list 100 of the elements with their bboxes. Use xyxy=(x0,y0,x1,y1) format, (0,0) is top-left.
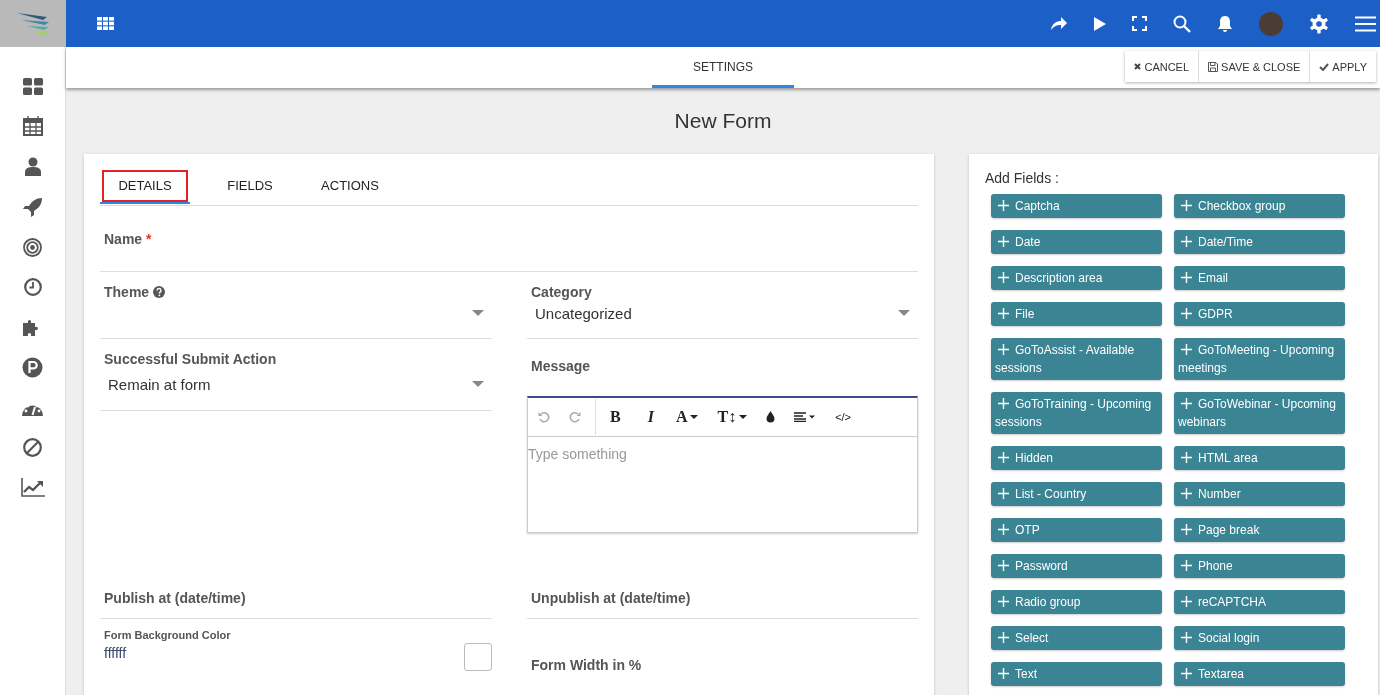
add-field-button[interactable]: Hidden xyxy=(991,446,1162,470)
plus-icon xyxy=(1181,596,1192,607)
add-field-button[interactable]: HTML area xyxy=(1174,446,1345,470)
action-button[interactable]: CANCEL xyxy=(1125,51,1199,82)
checkmark-icon xyxy=(1319,62,1330,71)
plus-icon xyxy=(998,668,1009,679)
action-button[interactable]: SAVE & CLOSE xyxy=(1198,51,1310,82)
form-tab[interactable]: DETAILS xyxy=(100,168,190,204)
plus-icon xyxy=(998,452,1009,463)
plus-icon xyxy=(998,236,1009,247)
add-field-button[interactable]: Date/Time xyxy=(1174,230,1345,254)
bold-button[interactable]: B xyxy=(610,404,621,430)
add-field-button[interactable]: Email xyxy=(1174,266,1345,290)
add-field-button[interactable]: Select xyxy=(991,626,1162,650)
bell-icon[interactable] xyxy=(1217,14,1233,33)
add-field-button[interactable]: OTP xyxy=(991,518,1162,542)
plus-icon xyxy=(1181,668,1192,679)
person-icon[interactable] xyxy=(24,157,41,176)
color-value: ffffff xyxy=(104,645,127,661)
page-title: New Form xyxy=(673,108,773,134)
plus-icon xyxy=(998,632,1009,643)
share-arrow-icon[interactable] xyxy=(1050,16,1068,31)
clock-icon[interactable] xyxy=(23,278,42,296)
help-icon[interactable] xyxy=(153,286,166,298)
parking-icon[interactable] xyxy=(22,357,43,378)
submit-action-select[interactable]: Remain at form xyxy=(100,371,492,397)
plus-icon xyxy=(998,560,1009,571)
plus-icon xyxy=(1181,308,1192,319)
add-field-button[interactable]: Page break xyxy=(1174,518,1345,542)
add-field-button[interactable]: File xyxy=(991,302,1162,326)
add-field-button[interactable]: GDPR xyxy=(1174,302,1345,326)
plus-icon xyxy=(1181,488,1192,499)
color-swatch[interactable] xyxy=(464,643,492,671)
plus-icon xyxy=(1181,452,1192,463)
field-label: Name * xyxy=(103,230,152,247)
plus-icon xyxy=(998,488,1009,499)
add-field-button[interactable]: Password xyxy=(991,554,1162,578)
play-icon[interactable] xyxy=(1094,16,1106,31)
field-label: Publish at (date/time) xyxy=(103,590,246,606)
action-button[interactable]: APPLY xyxy=(1309,51,1376,82)
add-field-button[interactable]: Captcha xyxy=(991,194,1162,218)
add-field-button[interactable]: GoToTraining - Upcoming sessions xyxy=(991,392,1162,434)
field-label: Category xyxy=(530,284,593,300)
add-field-button[interactable]: GoToWebinar - Upcoming webinars xyxy=(1174,392,1345,434)
add-field-button[interactable]: Phone xyxy=(1174,554,1345,578)
add-field-button[interactable]: List - Country xyxy=(991,482,1162,506)
plus-icon xyxy=(998,524,1009,535)
plus-icon xyxy=(998,596,1009,607)
add-field-button[interactable]: GoToMeeting - Upcoming meetings xyxy=(1174,338,1345,380)
apps-grid-icon[interactable] xyxy=(97,17,114,30)
field-label: Form Width in % xyxy=(530,657,643,673)
add-field-button[interactable]: reCAPTCHA xyxy=(1174,590,1345,614)
settings-icon[interactable] xyxy=(1309,13,1329,34)
message-input[interactable]: Type something xyxy=(528,437,917,532)
field-label: Form Background Color xyxy=(103,629,232,641)
plus-icon xyxy=(1181,236,1192,247)
font-size-button[interactable]: T↕ xyxy=(717,404,748,430)
target-icon[interactable] xyxy=(23,238,42,257)
rich-text-editor[interactable]: B I A T↕ </> Type something xyxy=(527,396,918,533)
plus-icon xyxy=(998,272,1009,283)
plus-icon xyxy=(998,398,1009,409)
plus-icon xyxy=(1181,560,1192,571)
plus-icon xyxy=(1181,524,1192,535)
plus-icon xyxy=(1181,344,1192,355)
font-color-button[interactable]: A xyxy=(675,404,699,430)
field-label: Unpublish at (date/time) xyxy=(530,590,691,606)
plus-icon xyxy=(1181,632,1192,643)
field-label: Theme xyxy=(103,284,150,300)
add-field-button[interactable]: Text xyxy=(991,662,1162,686)
rocket-icon[interactable] xyxy=(22,197,43,217)
add-field-button[interactable]: Checkbox group xyxy=(1174,194,1345,218)
plus-icon xyxy=(998,344,1009,355)
calendar-icon[interactable] xyxy=(22,116,43,136)
add-field-button[interactable]: Number xyxy=(1174,482,1345,506)
code-view-button[interactable]: </> xyxy=(835,404,852,430)
menu-icon[interactable] xyxy=(1355,15,1376,32)
plus-icon xyxy=(1181,272,1192,283)
line-chart-icon[interactable] xyxy=(20,478,45,497)
add-field-button[interactable]: Social login xyxy=(1174,626,1345,650)
form-tab[interactable]: FIELDS xyxy=(200,166,300,206)
add-field-button[interactable]: Date xyxy=(991,230,1162,254)
add-field-button[interactable]: Description area xyxy=(991,266,1162,290)
plus-icon xyxy=(998,200,1009,211)
panel-heading: Add Fields : xyxy=(984,170,1060,186)
search-icon[interactable] xyxy=(1173,14,1191,33)
close-icon xyxy=(1134,63,1142,70)
plus-icon xyxy=(1181,398,1192,409)
dashboard-icon[interactable] xyxy=(22,78,43,95)
add-field-button[interactable]: GoToAssist - Available sessions xyxy=(991,338,1162,380)
category-select[interactable]: Uncategorized xyxy=(527,300,918,326)
add-field-button[interactable]: Textarea xyxy=(1174,662,1345,686)
field-label: Successful Submit Action xyxy=(103,351,278,367)
fullscreen-icon[interactable] xyxy=(1132,16,1147,31)
field-label: Message xyxy=(530,358,592,374)
blocked-icon[interactable] xyxy=(23,438,42,457)
plus-icon xyxy=(1181,200,1192,211)
italic-button[interactable]: I xyxy=(647,404,654,430)
add-field-button[interactable]: Radio group xyxy=(991,590,1162,614)
settings-tab[interactable]: SETTINGS xyxy=(652,47,794,88)
form-tab[interactable]: ACTIONS xyxy=(300,166,400,206)
